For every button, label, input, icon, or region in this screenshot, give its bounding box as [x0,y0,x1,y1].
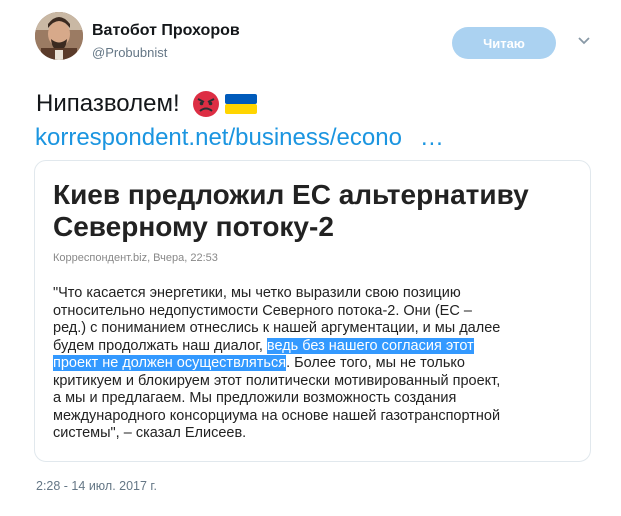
tweet-timestamp[interactable]: 2:28 - 14 июл. 2017 г. [36,479,157,493]
tweet-text: Нипазволем! [36,90,258,118]
tweet-text-content: Нипазволем! [36,90,180,117]
display-name[interactable]: Ватобот Прохоров [92,22,240,40]
link-preview-card[interactable]: Киев предложил ЕС альтернативу Северному… [34,160,591,462]
quote-highlight-2: проект не должен осуществляться [53,355,287,371]
avatar[interactable] [35,12,83,60]
chevron-down-icon[interactable] [577,34,591,48]
follow-button[interactable]: Читаю [452,27,556,59]
ukraine-flag-icon [224,94,257,114]
angry-face-icon [192,91,219,117]
user-handle[interactable]: @Probubnist [92,45,167,60]
card-quote: "Что касается энергетики, мы четко выраз… [53,285,578,443]
card-source: Корреспондент.biz, Вчера, 22:53 [53,252,218,264]
link-ellipsis: … [419,124,444,151]
article-link-text[interactable]: korrespondent.net/business/econo [35,124,402,151]
quote-highlight-1: ведь без нашего согласия этот [266,337,474,354]
article-link[interactable]: korrespondent.net/business/econo … [35,124,444,152]
card-title: Киев предложил ЕС альтернативу Северному… [53,179,529,242]
